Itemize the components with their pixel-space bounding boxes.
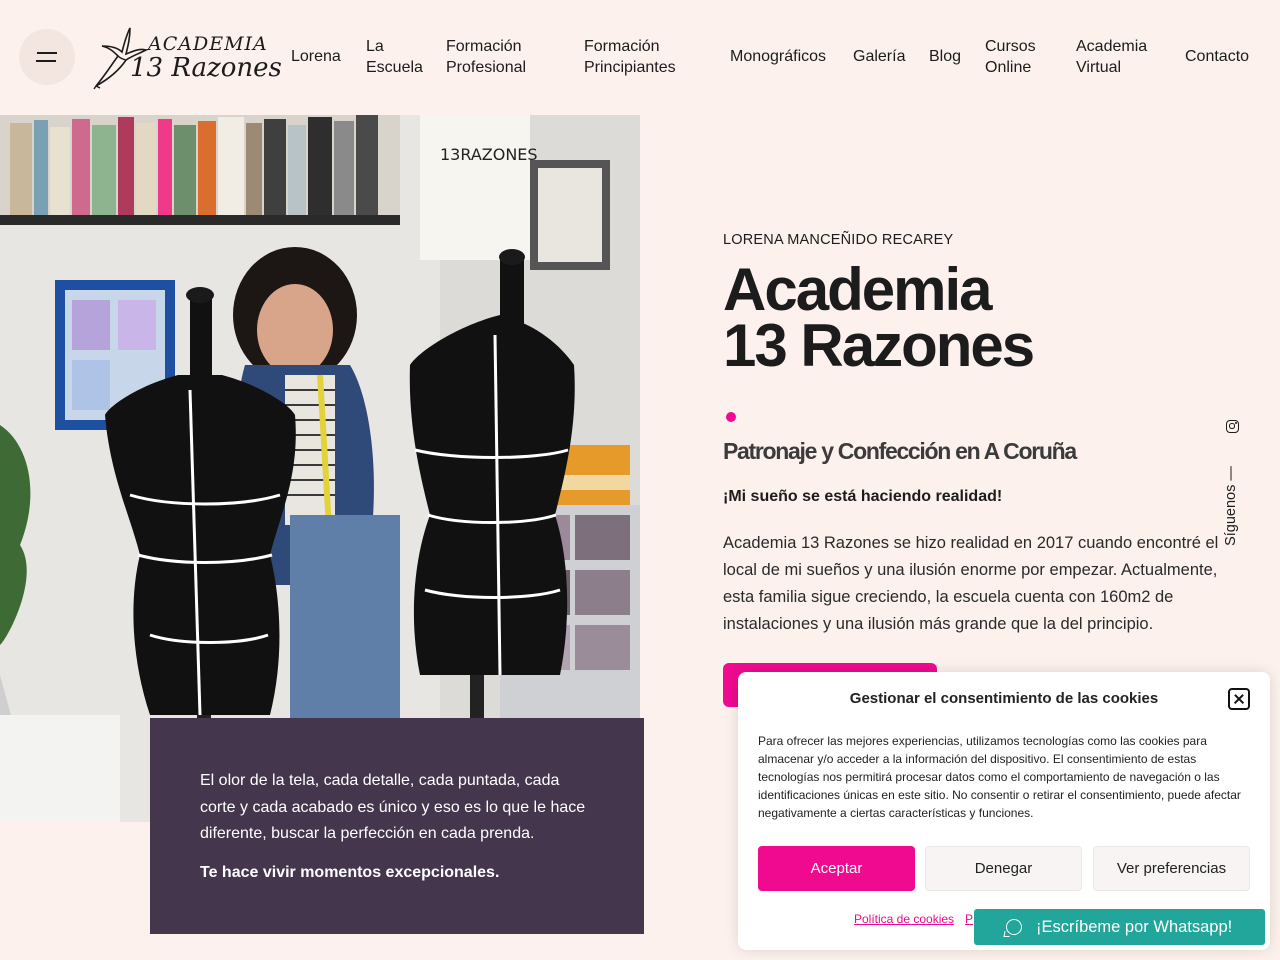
cookie-policy-link[interactable]: Política de cookies — [854, 912, 954, 926]
logo-text-13-razones: 13 Razones — [130, 53, 282, 83]
hamburger-menu-button[interactable] — [19, 29, 75, 85]
nav-item-academia-virtual[interactable]: Academia Virtual — [1076, 36, 1147, 78]
social-follow: Síguenos — — [1222, 418, 1244, 548]
hero-title-line2: 13 Razones — [723, 312, 1035, 379]
nav-item-formacion-principiantes[interactable]: Formación Principiantes — [584, 36, 676, 78]
menu-line — [37, 52, 57, 54]
hero-title-line1: Academia — [723, 256, 992, 323]
whatsapp-icon — [1006, 919, 1022, 935]
deny-button[interactable]: Denegar — [925, 846, 1082, 891]
hero-body: Academia 13 Razones se hizo realidad en … — [723, 534, 1219, 633]
quote-text: El olor de la tela, cada detalle, cada p… — [200, 772, 586, 842]
nav-item-lorena[interactable]: Lorena — [291, 46, 341, 67]
whatsapp-button[interactable]: ¡Escríbeme por Whatsapp! — [974, 909, 1265, 945]
logo-text-academia: ACADEMIA — [148, 33, 268, 55]
preferences-button[interactable]: Ver preferencias — [1093, 846, 1250, 891]
hero-title: Academia 13 Razones — [723, 256, 1035, 379]
privacy-policy-link[interactable]: P — [965, 912, 973, 926]
nav-item-formacion-profesional[interactable]: Formación Profesional — [446, 36, 526, 78]
nav-item-contacto[interactable]: Contacto — [1185, 46, 1249, 67]
accept-button[interactable]: Aceptar — [758, 846, 915, 891]
hero-subtitle: Patronaje y Confección en A Coruña — [723, 438, 1077, 464]
site-header: ACADEMIA 13 Razones Lorena La Escuela Fo… — [0, 0, 1280, 115]
site-logo[interactable]: ACADEMIA 13 Razones — [92, 26, 282, 90]
quote-box: El olor de la tela, cada detalle, cada p… — [150, 718, 644, 934]
whatsapp-label: ¡Escríbeme por Whatsapp! — [1036, 917, 1233, 936]
nav-item-cursos-online[interactable]: Cursos Online — [985, 36, 1036, 78]
hero-photo: 13RAZONES — [0, 115, 640, 822]
cookie-title: Gestionar el consentimiento de las cooki… — [849, 690, 1159, 707]
hero-lead: ¡Mi sueño se está haciendo realidad! — [723, 488, 1003, 505]
instagram-icon[interactable] — [1226, 420, 1239, 433]
accent-dot — [726, 412, 736, 422]
close-icon[interactable] — [1228, 688, 1250, 710]
nav-item-galeria[interactable]: Galería — [853, 46, 905, 67]
cookie-text: Para ofrecer las mejores experiencias, u… — [758, 734, 1241, 820]
hero-eyebrow: LORENA MANCEÑIDO RECAREY — [723, 232, 954, 248]
quote-strong: Te hace vivir momentos excepcionales. — [200, 863, 500, 881]
social-label: Síguenos — — [1223, 466, 1239, 546]
nav-item-blog[interactable]: Blog — [929, 46, 961, 67]
svg-text:13RAZONES: 13RAZONES — [440, 145, 538, 164]
nav-item-monograficos[interactable]: Monográficos — [730, 46, 826, 67]
nav-item-la-escuela[interactable]: La Escuela — [366, 36, 423, 78]
menu-line — [36, 60, 56, 62]
